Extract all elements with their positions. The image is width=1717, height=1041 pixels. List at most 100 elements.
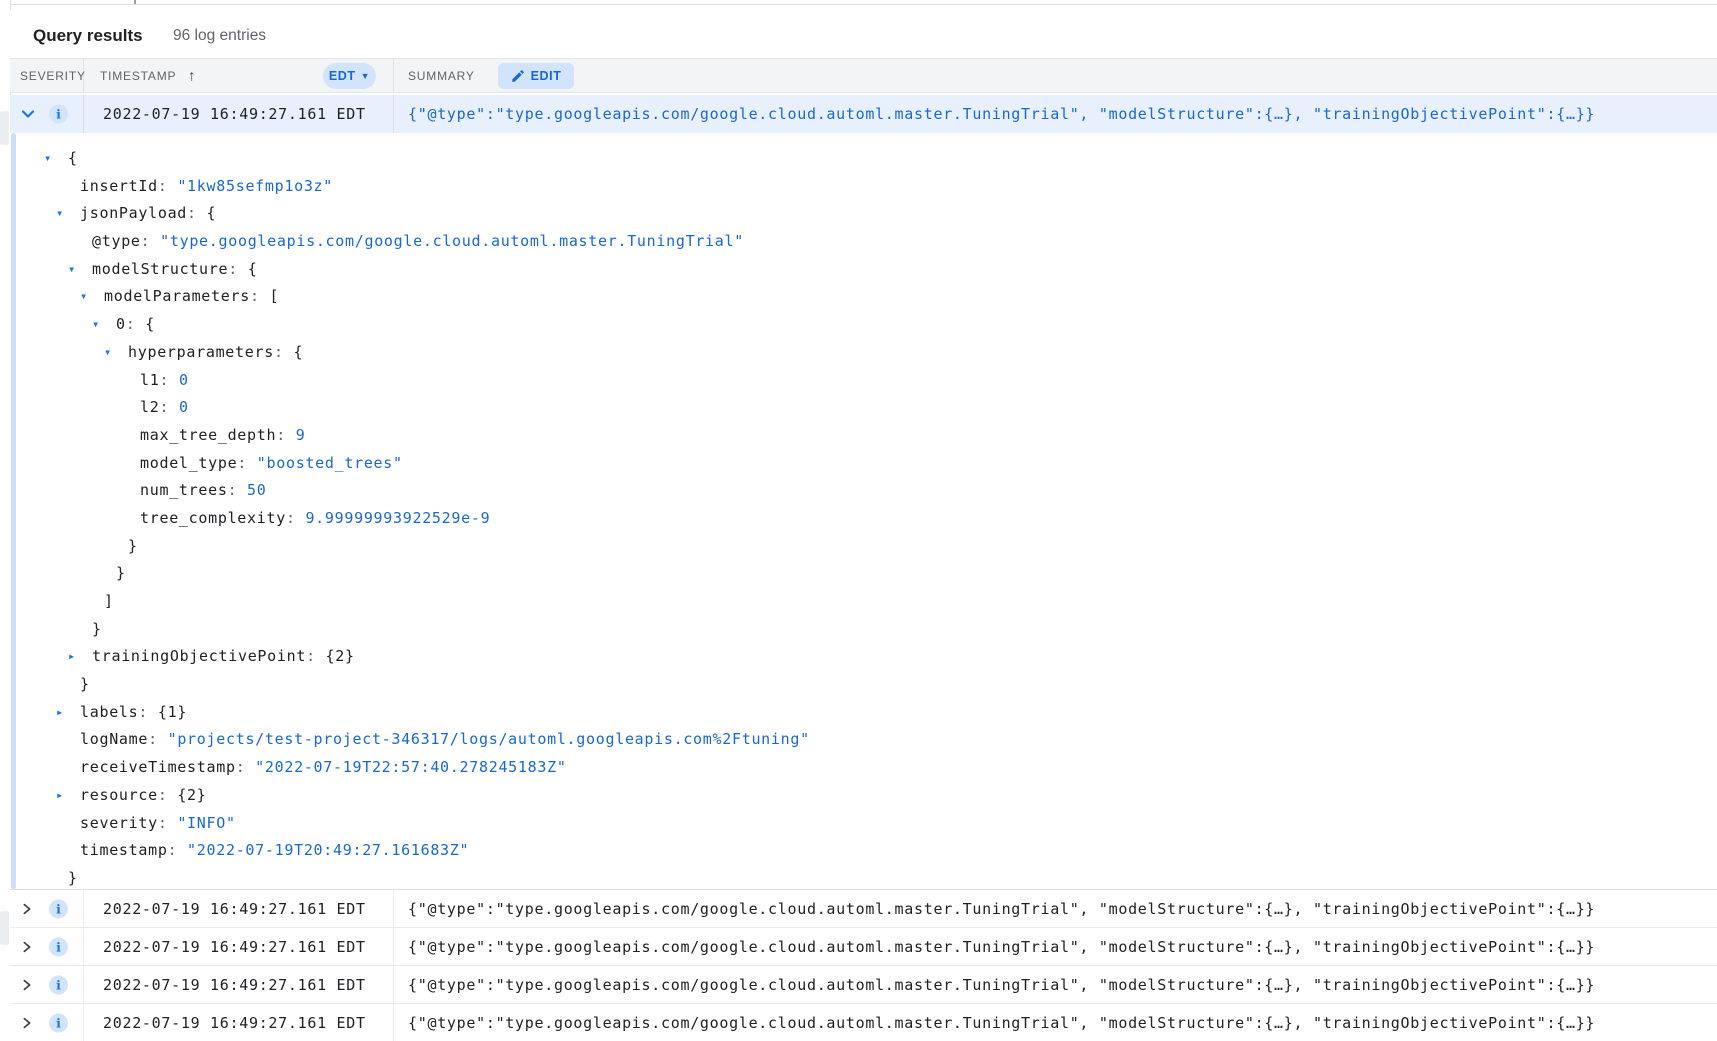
log-summary: {"@type":"type.googleapis.com/google.clo… (408, 976, 1595, 994)
info-severity-icon[interactable]: i (49, 899, 68, 918)
json-key: modelStructure (92, 260, 228, 278)
expand-triangle-icon[interactable]: ▸ (56, 782, 64, 810)
json-value: "type.googleapis.com/google.cloud.automl… (160, 232, 744, 250)
json-key: 0 (116, 315, 126, 333)
collapse-triangle-icon[interactable]: ▾ (80, 283, 88, 311)
edit-button-label: EDIT (531, 69, 562, 83)
log-summary: {"@type":"type.googleapis.com/google.clo… (408, 1014, 1595, 1032)
collapse-triangle-icon[interactable]: ▾ (104, 339, 112, 367)
json-value: "projects/test-project-346317/logs/autom… (168, 730, 810, 748)
adjacent-panel-fragment (0, 911, 9, 945)
json-key: resource (80, 786, 158, 804)
log-row-expanded[interactable]: i 2022-07-19 16:49:27.161 EDT {"@type":"… (10, 95, 1717, 133)
json-value: "boosted_trees" (257, 454, 403, 472)
edit-summary-button[interactable]: EDIT (498, 63, 574, 89)
json-colon: : (274, 343, 293, 361)
log-rows-list: i 2022-07-19 16:49:27.161 EDT {"@type":"ty… (10, 889, 1717, 1041)
column-divider (393, 966, 394, 1003)
column-divider (83, 1004, 84, 1041)
log-row[interactable]: i2022-07-19 16:49:27.161 EDT{"@type":"ty… (10, 928, 1717, 966)
json-colon: : (286, 509, 305, 527)
json-value: 50 (247, 481, 266, 499)
json-key: max_tree_depth (140, 426, 276, 444)
log-row[interactable]: i 2022-07-19 16:49:27.161 EDT {"@type":"ty… (10, 890, 1717, 928)
json-line-punctuation[interactable]: ▾{ (10, 145, 1717, 173)
chevron-right-icon[interactable] (20, 1016, 34, 1030)
timezone-label: EDT (329, 69, 356, 83)
column-divider (83, 890, 84, 927)
json-value: } (92, 620, 102, 638)
json-key: insertId (80, 177, 158, 195)
json-key: trainingObjectivePoint (92, 647, 306, 665)
timezone-dropdown[interactable]: EDT ▼ (323, 63, 376, 89)
chevron-right-icon[interactable] (20, 940, 34, 954)
collapse-triangle-icon[interactable]: ▾ (92, 311, 100, 339)
json-key: hyperparameters (128, 343, 274, 361)
json-colon: : (141, 232, 160, 250)
json-line-punctuation: } (10, 560, 1717, 588)
json-line-logName: logName: "projects/test-project-346317/l… (10, 726, 1717, 754)
page-title: Query results (33, 26, 143, 46)
chevron-down-icon[interactable] (20, 106, 36, 122)
collapse-triangle-icon[interactable]: ▾ (68, 256, 76, 284)
chevron-right-icon[interactable] (20, 978, 34, 992)
json-colon: : (158, 786, 177, 804)
log-timestamp: 2022-07-19 16:49:27.161 EDT (103, 105, 366, 123)
chevron-right-icon[interactable] (20, 902, 34, 916)
collapse-triangle-icon[interactable]: ▾ (56, 200, 64, 228)
log-entry-detail: ▾{insertId: "1kw85sefmp1o3z"▾jsonPayload… (10, 133, 1717, 889)
json-colon: : (187, 204, 206, 222)
results-titlebar: Query results 96 log entries (10, 10, 1717, 58)
expand-triangle-icon[interactable]: ▸ (56, 699, 64, 727)
collapse-triangle-icon[interactable]: ▾ (44, 145, 52, 173)
sort-ascending-icon[interactable]: ↑ (188, 67, 196, 84)
column-header-timestamp[interactable]: TIMESTAMP (100, 69, 176, 83)
info-severity-icon[interactable]: i (49, 1013, 68, 1032)
json-colon: : (148, 730, 167, 748)
json-colon: : (228, 260, 247, 278)
json-value: 0 (179, 371, 189, 389)
json-value: { (207, 204, 217, 222)
json-key: l2 (140, 398, 159, 416)
json-line-trainingObjectivePoint[interactable]: ▸ trainingObjectivePoint: {2} (10, 643, 1717, 671)
json-value: 0 (179, 398, 189, 416)
json-line-l2: l2: 0 (10, 394, 1717, 422)
log-row[interactable]: i 2022-07-19 16:49:27.161 EDT {"@type":"ty… (10, 966, 1717, 1004)
json-value: "2022-07-19T20:49:27.161683Z" (187, 841, 469, 859)
column-divider (393, 928, 394, 965)
log-row[interactable]: i2022-07-19 16:49:27.161 EDT{"@type":"ty… (10, 1004, 1717, 1041)
json-key: num_trees (140, 481, 228, 499)
json-colon: : (306, 647, 325, 665)
log-entries-count: 96 log entries (173, 27, 266, 45)
crop-artifact (134, 0, 136, 4)
json-key: modelParameters (104, 287, 250, 305)
json-value: ] (104, 592, 114, 610)
log-timestamp: 2022-07-19 16:49:27.161 EDT (103, 976, 366, 994)
json-line-punctuation: } (10, 533, 1717, 561)
json-line-hyperparameters[interactable]: ▾hyperparameters: { (10, 339, 1717, 367)
log-summary: {"@type":"type.googleapis.com/google.clo… (408, 938, 1595, 956)
info-severity-icon[interactable]: i (49, 105, 68, 124)
column-divider (393, 95, 394, 133)
json-line-modelParameters[interactable]: ▾modelParameters: [ (10, 283, 1717, 311)
log-timestamp: 2022-07-19 16:49:27.161 EDT (103, 900, 366, 918)
info-severity-icon[interactable]: i (49, 975, 68, 994)
log-summary: {"@type":"type.googleapis.com/google.clo… (408, 900, 1595, 918)
json-line-modelStructure[interactable]: ▾modelStructure: { (10, 256, 1717, 284)
json-line-labels[interactable]: ▸labels: {1} (10, 699, 1717, 727)
json-line-punctuation: } (10, 616, 1717, 644)
json-line-jsonPayload[interactable]: ▾jsonPayload: { (10, 200, 1717, 228)
json-value: } (68, 869, 78, 887)
json-value: {2} (326, 647, 355, 665)
expand-triangle-icon[interactable]: ▸ (68, 643, 76, 671)
json-line-insertId: insertId: "1kw85sefmp1o3z" (10, 173, 1717, 201)
caret-down-icon: ▼ (361, 72, 371, 81)
column-header-summary: SUMMARY (408, 69, 475, 83)
json-value: {2} (177, 786, 206, 804)
json-value: {1} (158, 703, 187, 721)
json-key: logName (80, 730, 148, 748)
info-severity-icon[interactable]: i (49, 937, 68, 956)
json-line-0[interactable]: ▾0: { (10, 311, 1717, 339)
column-divider (393, 59, 394, 92)
json-line-resource[interactable]: ▸ resource: {2} (10, 782, 1717, 810)
